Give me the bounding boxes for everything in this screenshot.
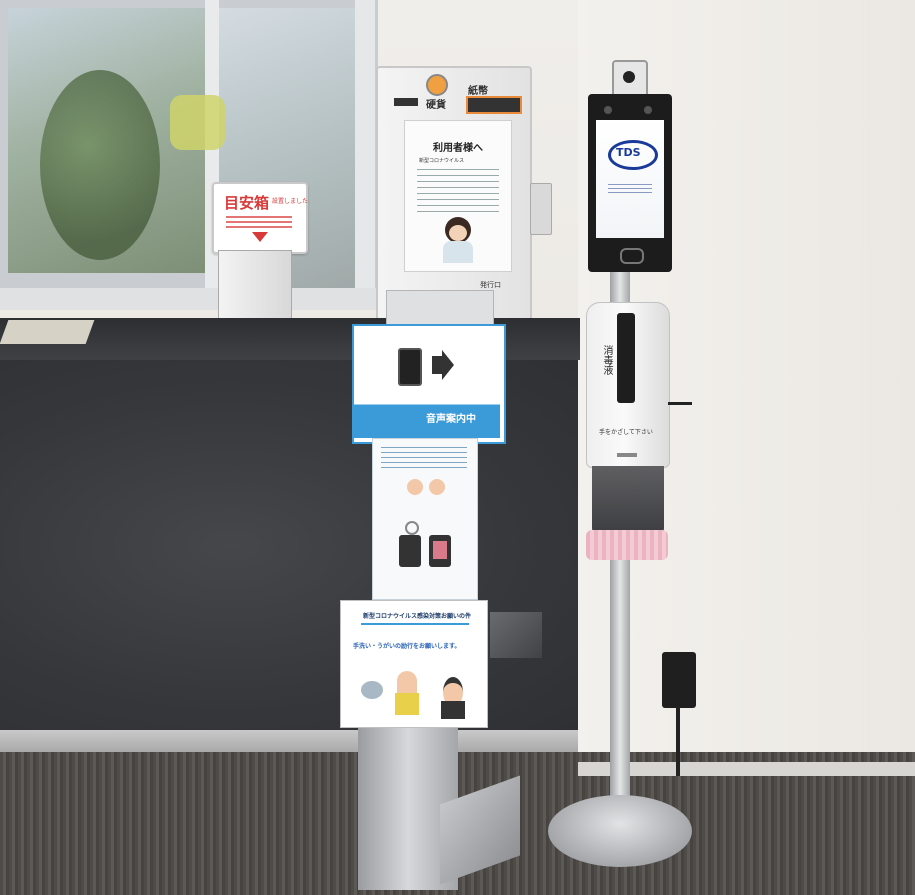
power-cable	[676, 706, 680, 776]
title-underline	[361, 623, 469, 625]
tds-brand: TDS	[616, 146, 641, 159]
window-mullion	[205, 0, 219, 300]
dispenser-nozzle	[617, 453, 637, 457]
pink-towel	[586, 530, 668, 560]
sign-text-lines	[381, 447, 467, 471]
sign-red-lines	[226, 216, 292, 230]
notice-highlight: 新型コロナウイルス	[419, 158, 465, 164]
suggestion-sign: 目安箱 設置しました	[212, 182, 308, 254]
person-shirt-2	[441, 701, 465, 719]
nfc-reader-icon	[620, 248, 644, 264]
wall-outlet	[530, 183, 552, 235]
suggestion-suffix: 設置しました	[272, 198, 309, 205]
dispenser-label: 消毒液	[601, 345, 612, 375]
notice-title: 利用者様へ	[433, 143, 483, 154]
suggestion-headline: 目安箱	[224, 194, 270, 212]
speaker-cone	[442, 350, 454, 380]
stand-sign-voice: 音声案内中	[352, 324, 506, 444]
plant-foliage	[40, 70, 160, 260]
bill-label: 紙幣	[468, 86, 488, 97]
dispenser-cable	[668, 402, 692, 405]
bill-slot	[466, 96, 522, 114]
stand-sign-handwash: 新型コロナウイルス感染対策お願いの件 手洗い・うがいの励行をお願いします。	[340, 600, 488, 728]
device-image-1	[399, 535, 421, 567]
down-arrow-icon	[252, 232, 268, 242]
person-shirt-1	[395, 693, 419, 715]
thermal-tablet: TDS	[588, 94, 672, 272]
photo-scene: 目安箱 設置しました 硬貨 紙幣 発行口 利用者様へ 新型コロナウイルス 音声案…	[0, 0, 915, 895]
coin-slot-icon	[426, 74, 448, 96]
window-sill	[0, 288, 378, 310]
staff-face	[449, 225, 467, 241]
coin-return	[394, 98, 418, 106]
face-icon-2	[429, 479, 445, 495]
tablet-sensor-right	[644, 106, 652, 114]
ticket-output-label: 発行口	[480, 281, 501, 289]
tablet-sensor-left	[604, 106, 612, 114]
counter-mat	[0, 320, 95, 344]
yellow-bag	[170, 95, 225, 150]
staff-body	[443, 241, 473, 263]
screen-text-lines	[608, 184, 652, 194]
thermal-camera	[612, 60, 648, 98]
window-mullion-2	[355, 0, 375, 300]
stand-sign-mask	[372, 438, 478, 600]
device-screen-red	[433, 541, 447, 559]
notice-paper: 利用者様へ 新型コロナウイルス	[404, 120, 512, 272]
sanitizer-dispenser: 消毒液 手をかざして下さい	[586, 302, 670, 468]
face-icon	[407, 479, 423, 495]
notice-text-lines	[417, 169, 499, 213]
dispenser-window	[617, 313, 635, 403]
handwash-title: 新型コロナウイルス感染対策お願いの件	[363, 613, 472, 620]
voice-status: 音声案内中	[426, 414, 476, 425]
drip-tray	[592, 466, 664, 538]
dispenser-instruction: 手をかざして下さい	[599, 429, 653, 436]
handwash-message: 手洗い・うがいの励行をお願いします。	[353, 643, 461, 650]
floor-panel	[490, 612, 542, 658]
scanner-base	[548, 795, 692, 867]
camera-lens-icon	[623, 71, 635, 83]
counter-kickplate	[0, 730, 578, 752]
power-adapter	[662, 652, 696, 708]
cat-illustration	[361, 681, 383, 699]
phone-icon	[398, 348, 422, 386]
circle-ok-icon	[405, 521, 419, 535]
tablet-screen: TDS	[596, 120, 664, 238]
coin-label: 硬貨	[426, 100, 446, 111]
